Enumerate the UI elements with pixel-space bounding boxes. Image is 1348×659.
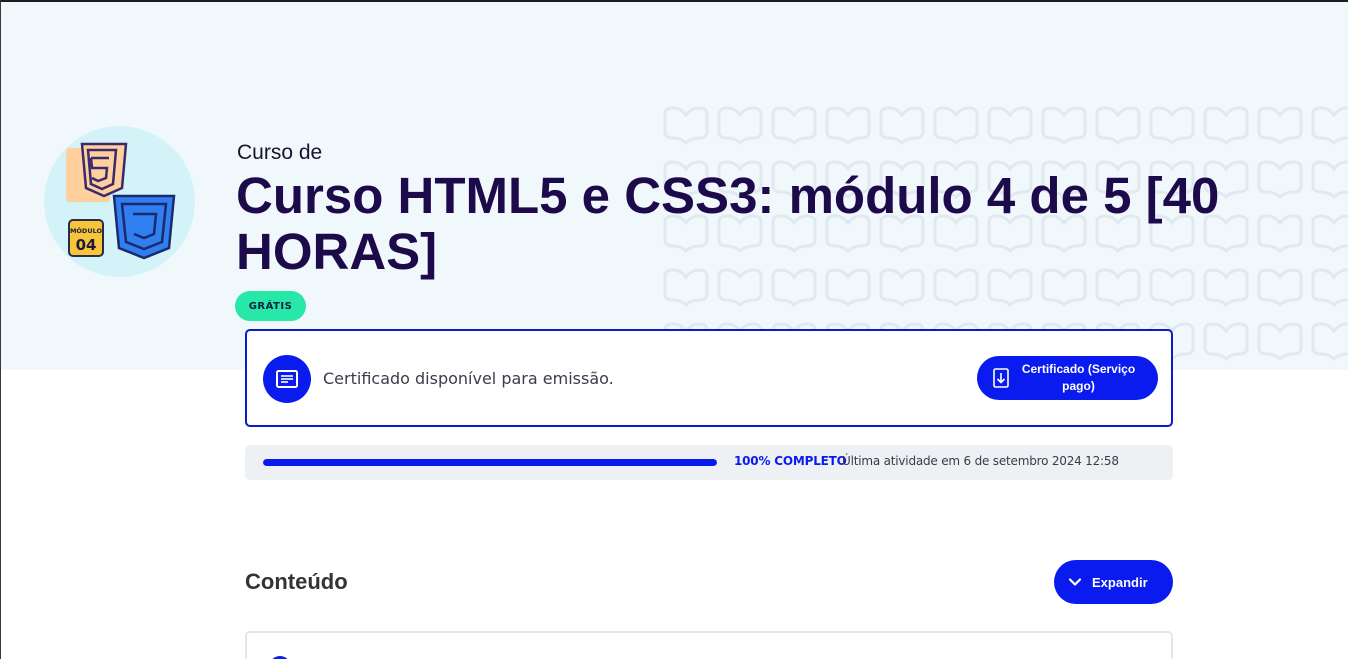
course-logo: MÓDULO 04 (44, 126, 195, 277)
course-page: MÓDULO 04 Curso de Curso HTML5 e CSS3: m… (0, 0, 1348, 659)
certificate-icon (263, 355, 311, 403)
progress-bar-container: 100% COMPLETO Última atividade em 6 de s… (245, 445, 1173, 480)
progress-fill (263, 459, 717, 466)
course-title: Curso HTML5 e CSS3: módulo 4 de 5 [40 HO… (236, 167, 1220, 280)
certificate-message: Certificado disponível para emissão. (323, 369, 614, 388)
last-activity: Última atividade em 6 de setembro 2024 1… (842, 454, 1119, 468)
certificate-card: Certificado disponível para emissão. Cer… (245, 329, 1173, 427)
course-hero: MÓDULO 04 Curso de Curso HTML5 e CSS3: m… (1, 2, 1348, 370)
free-badge: GRÁTIS (235, 291, 306, 321)
certificate-button-label: Certificado (Serviço pago) (1021, 362, 1136, 393)
expand-label: Expandir (1092, 574, 1148, 590)
certificate-button[interactable]: Certificado (Serviço pago) (977, 356, 1158, 400)
chevron-down-icon (1068, 578, 1082, 586)
module-card[interactable] (245, 631, 1173, 659)
course-prefix: Curso de (237, 141, 323, 164)
logo-module-label: MÓDULO (70, 226, 103, 235)
progress-track (263, 459, 717, 466)
expand-button[interactable]: Expandir (1054, 560, 1173, 604)
logo-module-number: 04 (76, 236, 97, 254)
progress-percent: 100% COMPLETO (734, 454, 847, 468)
download-icon (993, 368, 1009, 388)
content-heading: Conteúdo (245, 569, 348, 594)
